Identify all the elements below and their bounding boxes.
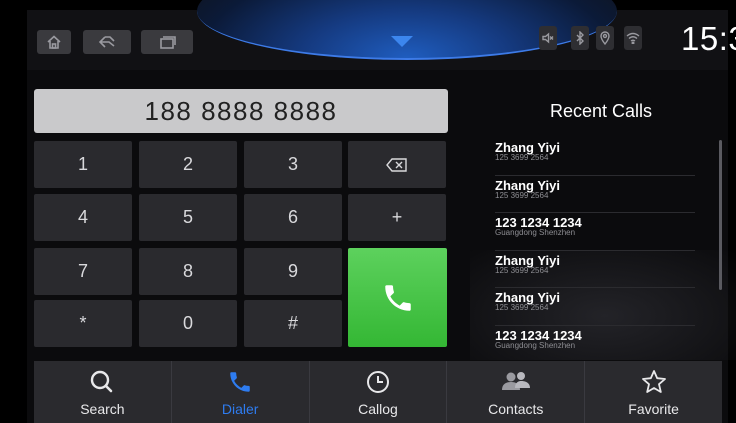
backspace-button[interactable] xyxy=(348,141,446,188)
key-9[interactable]: 9 xyxy=(244,248,342,295)
recent-apps-button[interactable] xyxy=(141,30,193,54)
bluetooth-indicator xyxy=(571,26,589,50)
bottom-tab-bar: Search Dialer Callog Contacts Favorite xyxy=(34,361,722,423)
caller-detail: Guangdong Shenzhen xyxy=(495,228,576,237)
recent-call-item[interactable]: Zhang Yiyi 125 3699 2564 xyxy=(495,288,695,326)
caller-detail: 125 3699 2564 xyxy=(495,303,549,312)
key-6[interactable]: 6 xyxy=(244,194,342,241)
tab-label: Favorite xyxy=(628,401,679,417)
recent-calls-title: Recent Calls xyxy=(550,101,653,121)
star-icon xyxy=(641,370,666,393)
key-3[interactable]: 3 xyxy=(244,141,342,188)
speaker-mute-icon xyxy=(542,32,554,44)
tab-label: Callog xyxy=(358,401,398,417)
tab-favorite[interactable]: Favorite xyxy=(585,361,722,423)
caller-detail: 125 3699 2564 xyxy=(495,153,549,162)
key-0[interactable]: 0 xyxy=(139,300,237,347)
clock: 15:38 xyxy=(681,20,736,57)
home-icon xyxy=(47,35,61,49)
screen-bezel xyxy=(0,0,27,423)
key-8[interactable]: 8 xyxy=(139,248,237,295)
recent-call-item[interactable]: Zhang Yiyi 125 3699 2564 xyxy=(495,138,695,176)
tab-label: Contacts xyxy=(488,401,544,417)
tab-callog[interactable]: Callog xyxy=(310,361,448,423)
tab-label: Dialer xyxy=(221,401,259,417)
tab-dialer[interactable]: Dialer xyxy=(172,361,310,423)
call-button[interactable] xyxy=(348,248,447,347)
number-display[interactable]: 188 8888 8888 xyxy=(34,89,448,133)
chevron-down-icon[interactable] xyxy=(391,36,413,47)
location-pin-icon xyxy=(600,31,610,45)
key-star[interactable]: * xyxy=(34,300,132,347)
phone-icon xyxy=(384,284,411,311)
caller-detail: 125 3699 2564 xyxy=(495,265,549,275)
wifi-indicator xyxy=(624,26,642,50)
key-2[interactable]: 2 xyxy=(139,141,237,188)
tab-search[interactable]: Search xyxy=(34,361,172,423)
tab-contacts[interactable]: Contacts xyxy=(447,361,586,423)
key-5[interactable]: 5 xyxy=(139,194,237,241)
back-button[interactable] xyxy=(83,30,131,54)
backspace-icon xyxy=(386,157,407,172)
back-icon xyxy=(98,36,115,48)
recent-call-item[interactable]: Zhang Yiyi 125 3699 2564 xyxy=(495,176,695,213)
recent-calls-scrollbar[interactable] xyxy=(719,140,722,290)
search-icon xyxy=(91,370,113,393)
recent-call-item[interactable]: Zhang Yiyi 125 3699 2564 xyxy=(495,251,695,288)
mute-indicator xyxy=(539,26,557,50)
windows-icon xyxy=(160,36,176,49)
contacts-icon xyxy=(501,372,530,390)
location-indicator xyxy=(596,26,614,50)
caller-detail: Guangdong Shenzhen xyxy=(495,340,576,350)
key-1[interactable]: 1 xyxy=(34,141,132,188)
key-4[interactable]: 4 xyxy=(34,194,132,241)
home-button[interactable] xyxy=(37,30,71,54)
recent-call-item[interactable]: 123 1234 1234 Guangdong Shenzhen xyxy=(495,326,695,363)
top-bar: 15:38 xyxy=(27,0,736,70)
clock-icon xyxy=(366,371,389,393)
recent-call-item[interactable]: 123 1234 1234 Guangdong Shenzhen xyxy=(495,213,695,251)
key-hash[interactable]: # xyxy=(244,300,342,347)
recent-calls-list[interactable]: Zhang Yiyi 125 3699 2564 Zhang Yiyi 125 … xyxy=(495,138,695,362)
caller-detail: 125 3699 2564 xyxy=(495,190,549,200)
phone-icon xyxy=(230,372,250,392)
bluetooth-icon xyxy=(576,31,584,45)
car-phone-screen: 15:38 188 8888 8888 1 2 3 4 5 6 + 7 8 9 … xyxy=(0,0,736,423)
tab-label: Search xyxy=(80,401,125,417)
wifi-icon xyxy=(626,32,640,44)
key-plus[interactable]: + xyxy=(348,194,446,241)
key-7[interactable]: 7 xyxy=(34,248,132,295)
